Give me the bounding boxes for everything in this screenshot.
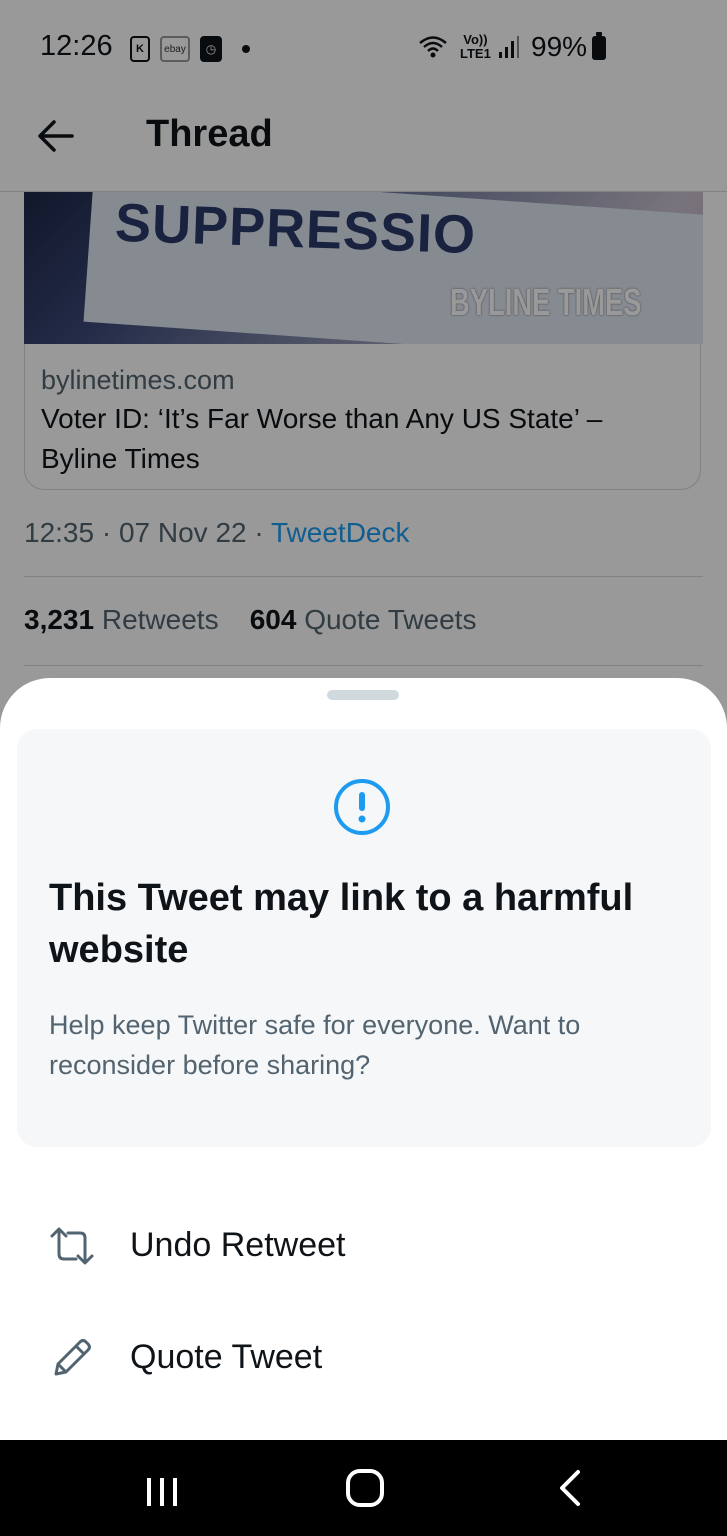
sheet-drag-handle[interactable] <box>327 690 399 700</box>
warning-description: Help keep Twitter safe for everyone. Wan… <box>49 1010 581 1080</box>
alert-circle-icon <box>334 779 390 835</box>
home-icon[interactable] <box>345 1468 385 1508</box>
retweet-icon <box>50 1227 94 1265</box>
pencil-icon <box>54 1339 91 1376</box>
quote-tweet-button[interactable]: Quote Tweet <box>0 1308 727 1408</box>
recent-apps-icon[interactable] <box>140 1470 184 1514</box>
system-nav-bar <box>0 1440 727 1536</box>
quote-tweet-label: Quote Tweet <box>130 1338 323 1376</box>
back-icon[interactable] <box>550 1468 590 1508</box>
undo-retweet-button[interactable]: Undo Retweet <box>0 1196 727 1296</box>
warning-title: This Tweet may link to a harmful website <box>49 877 634 971</box>
undo-retweet-label: Undo Retweet <box>130 1226 346 1264</box>
